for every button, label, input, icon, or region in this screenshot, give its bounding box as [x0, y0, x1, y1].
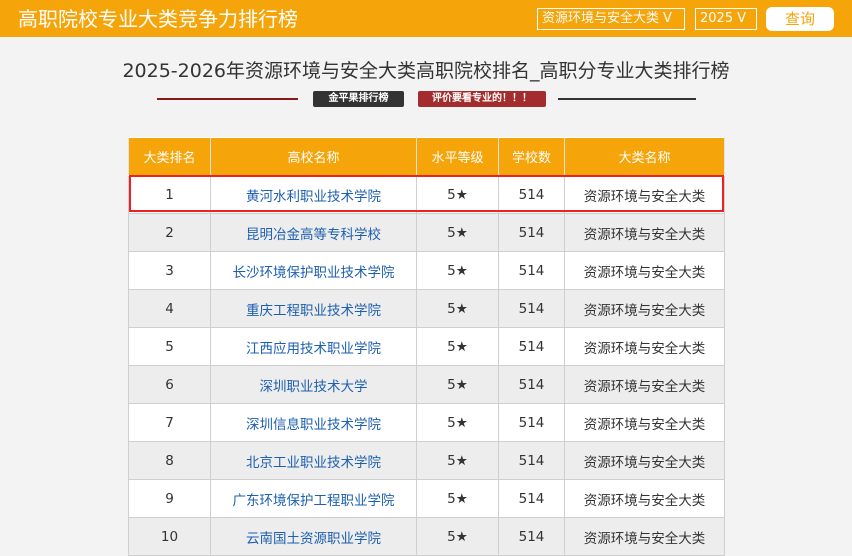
rank-cell: 6 [128, 365, 211, 404]
school-name-link[interactable]: 黄河水利职业技术学院 [210, 175, 417, 214]
level-cell: 5★ [416, 403, 499, 442]
rank-cell: 7 [128, 403, 211, 442]
major-category-value: 资源环境与安全大类 [542, 11, 660, 26]
school-name-link[interactable]: 北京工业职业技术学院 [210, 441, 417, 480]
category-cell: 资源环境与安全大类 [564, 365, 725, 404]
rank-cell: 1 [128, 175, 211, 214]
app-title: 高职院校专业大类竞争力排行榜 [18, 7, 298, 31]
rank-cell: 2 [128, 213, 211, 252]
level-cell: 5★ [416, 517, 499, 556]
rank-cell: 9 [128, 479, 211, 518]
count-cell: 514 [498, 251, 565, 290]
year-value: 2025 [700, 11, 734, 26]
school-name-link[interactable]: 广东环境保护工程职业学院 [210, 479, 417, 518]
chevron-down-icon: V [663, 11, 672, 26]
column-header-school: 高校名称 [210, 137, 417, 176]
level-cell: 5★ [416, 365, 499, 404]
table-row: 7 深圳信息职业技术学院 5★ 514 资源环境与安全大类 [128, 403, 725, 442]
count-cell: 514 [498, 441, 565, 480]
school-name-link[interactable]: 深圳信息职业技术学院 [210, 403, 417, 442]
category-cell: 资源环境与安全大类 [564, 403, 725, 442]
table-row: 10 云南国土资源职业学院 5★ 514 资源环境与安全大类 [128, 517, 725, 556]
table-row: 8 北京工业职业技术学院 5★ 514 资源环境与安全大类 [128, 441, 725, 480]
top-bar: 高职院校专业大类竞争力排行榜 资源环境与安全大类 V 2025 V 查询 [0, 0, 852, 37]
table-body: 1 黄河水利职业技术学院 5★ 514 资源环境与安全大类 2 昆明冶金高等专科学校 5★ 51… [128, 175, 725, 556]
level-cell: 5★ [416, 441, 499, 480]
school-name-link[interactable]: 江西应用技术职业学院 [210, 327, 417, 366]
school-name-link[interactable]: 重庆工程职业技术学院 [210, 289, 417, 328]
level-cell: 5★ [416, 251, 499, 290]
divider-right [558, 98, 696, 100]
category-cell: 资源环境与安全大类 [564, 175, 725, 214]
table-row: 1 黄河水利职业技术学院 5★ 514 资源环境与安全大类 [128, 175, 725, 214]
category-cell: 资源环境与安全大类 [564, 517, 725, 556]
school-name-link[interactable]: 深圳职业技术大学 [210, 365, 417, 404]
chevron-down-icon: V [737, 11, 746, 26]
count-cell: 514 [498, 403, 565, 442]
category-cell: 资源环境与安全大类 [564, 441, 725, 480]
query-button[interactable]: 查询 [766, 7, 834, 31]
level-cell: 5★ [416, 289, 499, 328]
rank-cell: 5 [128, 327, 211, 366]
count-cell: 514 [498, 213, 565, 252]
divider-left [157, 98, 298, 100]
column-header-rank: 大类排名 [128, 137, 211, 176]
note-tag[interactable]: 评价要看专业的！！！ [418, 91, 546, 107]
rank-cell: 10 [128, 517, 211, 556]
school-name-link[interactable]: 昆明冶金高等专科学校 [210, 213, 417, 252]
table-row: 2 昆明冶金高等专科学校 5★ 514 资源环境与安全大类 [128, 213, 725, 252]
count-cell: 514 [498, 479, 565, 518]
level-cell: 5★ [416, 175, 499, 214]
column-header-count: 学校数 [498, 137, 565, 176]
ranking-table: 大类排名 高校名称 水平等级 学校数 大类名称 1 黄河水利职业技术学院 5★ 514… [128, 137, 725, 556]
table-row: 5 江西应用技术职业学院 5★ 514 资源环境与安全大类 [128, 327, 725, 366]
school-name-link[interactable]: 云南国土资源职业学院 [210, 517, 417, 556]
table-row: 4 重庆工程职业技术学院 5★ 514 资源环境与安全大类 [128, 289, 725, 328]
rank-cell: 8 [128, 441, 211, 480]
category-cell: 资源环境与安全大类 [564, 213, 725, 252]
count-cell: 514 [498, 517, 565, 556]
category-cell: 资源环境与安全大类 [564, 479, 725, 518]
column-header-category: 大类名称 [564, 137, 725, 176]
level-cell: 5★ [416, 213, 499, 252]
count-cell: 514 [498, 327, 565, 366]
year-select[interactable]: 2025 V [695, 8, 757, 30]
source-tag[interactable]: 金平果排行榜 [313, 91, 404, 107]
table-row: 3 长沙环境保护职业技术学院 5★ 514 资源环境与安全大类 [128, 251, 725, 290]
rank-cell: 4 [128, 289, 211, 328]
category-cell: 资源环境与安全大类 [564, 289, 725, 328]
level-cell: 5★ [416, 479, 499, 518]
category-cell: 资源环境与安全大类 [564, 251, 725, 290]
table-row: 6 深圳职业技术大学 5★ 514 资源环境与安全大类 [128, 365, 725, 404]
major-category-select[interactable]: 资源环境与安全大类 V [537, 8, 685, 30]
rank-cell: 3 [128, 251, 211, 290]
page-title: 2025-2026年资源环境与安全大类高职院校排名_高职分专业大类排行榜 [122, 60, 730, 82]
level-cell: 5★ [416, 327, 499, 366]
table-row: 9 广东环境保护工程职业学院 5★ 514 资源环境与安全大类 [128, 479, 725, 518]
table-header-row: 大类排名 高校名称 水平等级 学校数 大类名称 [128, 137, 725, 176]
category-cell: 资源环境与安全大类 [564, 327, 725, 366]
school-name-link[interactable]: 长沙环境保护职业技术学院 [210, 251, 417, 290]
count-cell: 514 [498, 289, 565, 328]
count-cell: 514 [498, 365, 565, 404]
count-cell: 514 [498, 175, 565, 214]
column-header-level: 水平等级 [416, 137, 499, 176]
